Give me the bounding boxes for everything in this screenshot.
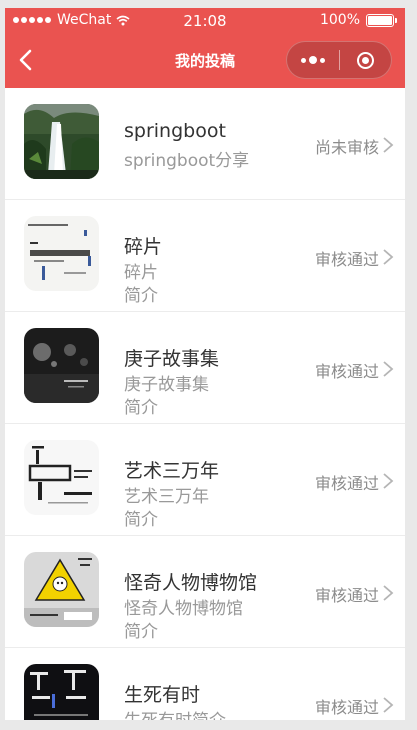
- review-status: 审核通过: [314, 250, 379, 269]
- review-status: 审核通过: [314, 362, 379, 381]
- submission-title: 怪奇人物博物馆: [124, 572, 258, 594]
- review-status: 审核通过: [314, 474, 379, 493]
- list-item[interactable]: 碎片 碎片 简介 审核通过: [5, 200, 405, 312]
- submission-title: 艺术三万年: [124, 460, 220, 482]
- chevron-right-icon: [383, 473, 394, 489]
- submission-title: 碎片: [124, 236, 163, 258]
- mini-program-capsule: [286, 41, 392, 79]
- submission-title: springboot: [124, 120, 226, 142]
- status-bar: WeChat 21:08 100%: [5, 8, 405, 34]
- book-cover-image: [24, 328, 99, 403]
- more-menu-button[interactable]: [287, 42, 339, 78]
- review-status: 尚未审核: [314, 138, 379, 157]
- list-item[interactable]: springboot springboot分享 尚未审核: [5, 88, 405, 200]
- submission-description: 碎片 简介: [124, 263, 158, 306]
- book-cover-image: [24, 440, 99, 515]
- close-mini-program-button[interactable]: [340, 42, 391, 78]
- phone-screen: WeChat 21:08 100% 我的投稿 springboot spring…: [5, 8, 405, 720]
- header: WeChat 21:08 100% 我的投稿: [5, 8, 405, 88]
- review-status: 审核通过: [314, 698, 379, 717]
- battery-icon: [366, 13, 394, 27]
- battery-status: 100%: [320, 12, 397, 28]
- review-status: 审核通过: [314, 586, 379, 605]
- list-item[interactable]: 艺术三万年 艺术三万年 简介 审核通过: [5, 424, 405, 536]
- nav-bar: 我的投稿: [5, 38, 405, 82]
- list-item[interactable]: 怪奇人物博物馆 怪奇人物博物馆 简介 审核通过: [5, 536, 405, 648]
- submission-title: 庚子故事集: [124, 348, 220, 370]
- waterfall-cover-image: [24, 104, 99, 179]
- book-cover-image: [24, 216, 99, 291]
- target-icon: [357, 51, 374, 69]
- chevron-right-icon: [383, 585, 394, 601]
- chevron-right-icon: [383, 137, 394, 153]
- book-cover-image: [24, 664, 99, 720]
- book-cover-image: [24, 552, 99, 627]
- list-item[interactable]: 生死有时 生死有时简介 审核通过: [5, 648, 405, 720]
- submission-description: springboot分享: [124, 151, 250, 171]
- submission-description: 庚子故事集 简介: [124, 375, 209, 418]
- submission-description: 怪奇人物博物馆 简介: [124, 599, 243, 642]
- submission-title: 生死有时: [124, 684, 201, 706]
- chevron-right-icon: [383, 697, 394, 713]
- submission-description: 生死有时简介: [124, 710, 226, 720]
- submission-list: springboot springboot分享 尚未审核 碎片 碎片 简介 审核…: [5, 88, 405, 720]
- chevron-right-icon: [383, 361, 394, 377]
- battery-percent: 100%: [319, 12, 360, 28]
- list-item[interactable]: 庚子故事集 庚子故事集 简介 审核通过: [5, 312, 405, 424]
- submission-description: 艺术三万年 简介: [124, 487, 209, 530]
- chevron-right-icon: [383, 249, 394, 265]
